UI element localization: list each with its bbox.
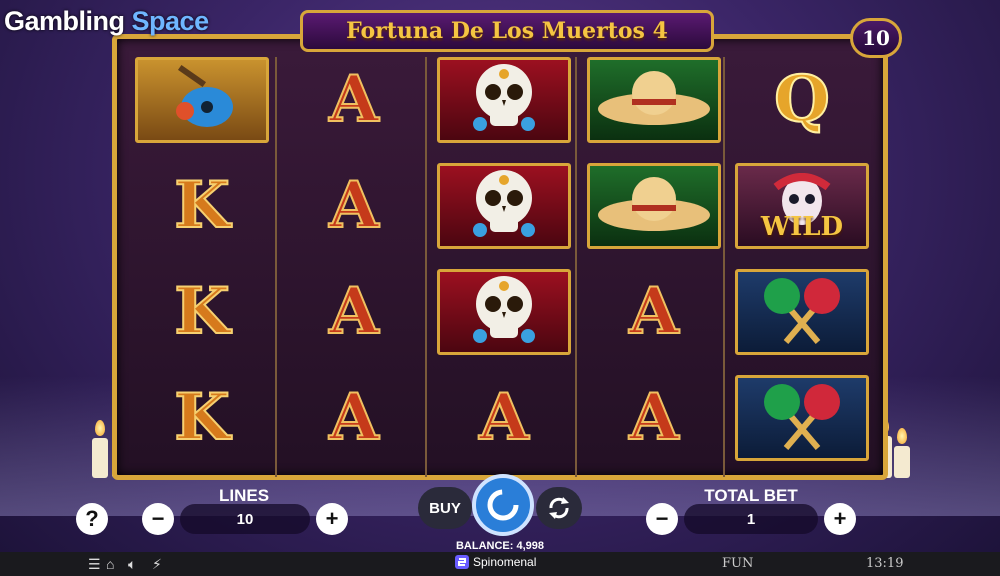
- menu-icon[interactable]: ☰: [88, 556, 101, 573]
- total-bet-value: 1: [684, 504, 818, 534]
- reel-board: K K K A A A A A A A Q WILD: [112, 34, 888, 480]
- sombrero-icon: [594, 169, 714, 244]
- symbol-letter-a: A: [328, 274, 380, 349]
- lines-value: 10: [180, 504, 310, 534]
- bet-plus-button[interactable]: +: [824, 503, 856, 535]
- reel-2-cell-2-a: A: [287, 163, 421, 249]
- reel-separator: [723, 57, 725, 477]
- help-button[interactable]: ?: [76, 503, 108, 535]
- symbol-letter-a: A: [328, 62, 380, 137]
- candle-right-2-flame: [897, 428, 907, 444]
- reel-separator: [425, 57, 427, 477]
- maracas-icon: [752, 378, 852, 459]
- symbol-letter-k: K: [173, 168, 231, 243]
- sound-icon[interactable]: 🔈︎: [128, 556, 136, 573]
- reel-4-cell-1-sombrero: [587, 57, 721, 143]
- symbol-letter-a: A: [328, 168, 380, 243]
- reel-4-cell-3-a: A: [587, 269, 721, 355]
- play-mode: FUN: [722, 556, 754, 571]
- buy-button[interactable]: BUY: [418, 487, 472, 529]
- maracas-icon: [752, 272, 852, 353]
- lines-label: LINES: [218, 486, 270, 505]
- watermark-part2: Space: [131, 6, 210, 36]
- watermark-part1: Gambling: [4, 6, 125, 36]
- guitar-icon: [157, 63, 247, 138]
- candle-left: [92, 438, 108, 478]
- provider-name: Spinomenal: [473, 555, 537, 569]
- total-bet-label: TOTAL BET: [704, 486, 798, 505]
- skull-icon: [468, 60, 540, 141]
- reel-1-cell-1-guitar: [135, 57, 269, 143]
- reel-1-cell-4-k: K: [135, 375, 269, 461]
- reel-4-cell-4-a: A: [587, 375, 721, 461]
- wild-label: WILD: [760, 212, 844, 242]
- spin-button[interactable]: [472, 474, 534, 536]
- game-title-banner: Fortuna De Los Muertos 4: [300, 10, 714, 52]
- skull-icon: [468, 272, 540, 353]
- candle-left-flame: [95, 420, 105, 436]
- game-title: Fortuna De Los Muertos 4: [346, 18, 668, 44]
- reel-separator: [575, 57, 577, 477]
- reel-3-cell-4-a: A: [437, 375, 571, 461]
- reel-separator: [275, 57, 277, 477]
- reel-1-cell-2-k: K: [135, 163, 269, 249]
- symbol-letter-q: Q: [773, 62, 831, 137]
- symbol-letter-a: A: [628, 274, 680, 349]
- status-bar: ☰ ⌂ 🔈︎ ⚡︎ Spinomenal FUN 13:19: [0, 552, 1000, 576]
- sombrero-icon: [594, 63, 714, 138]
- symbol-letter-k: K: [173, 274, 231, 349]
- skull-icon: [468, 166, 540, 247]
- reel-2-cell-3-a: A: [287, 269, 421, 355]
- bet-minus-button[interactable]: −: [646, 503, 678, 535]
- reel-3-cell-3-skull: [437, 269, 571, 355]
- symbol-letter-a: A: [328, 380, 380, 455]
- reel-5-cell-3-maracas: [735, 269, 869, 355]
- reel-2-cell-4-a: A: [287, 375, 421, 461]
- watermark-logo: Gambling Space: [4, 6, 209, 37]
- spinomenal-logo-icon: [455, 555, 469, 569]
- provider-brand: Spinomenal: [455, 555, 536, 569]
- reel-2-cell-1-a: A: [287, 57, 421, 143]
- lines-count-badge: 10: [850, 18, 902, 58]
- autoplay-icon: [549, 497, 569, 519]
- balance-display: BALANCE: 4,998: [455, 540, 545, 552]
- quick-spin-icon[interactable]: ⚡︎: [152, 556, 162, 573]
- candle-right-2: [894, 446, 910, 478]
- reel-5-cell-4-maracas: [735, 375, 869, 461]
- lines-minus-button[interactable]: −: [142, 503, 174, 535]
- reel-5-cell-2-wild: WILD: [735, 163, 869, 249]
- symbol-letter-a: A: [628, 380, 680, 455]
- lines-plus-button[interactable]: +: [316, 503, 348, 535]
- autoplay-button[interactable]: [536, 487, 582, 529]
- reel-3-cell-2-skull: [437, 163, 571, 249]
- home-icon[interactable]: ⌂: [106, 556, 114, 572]
- clock: 13:19: [866, 556, 904, 571]
- reel-1-cell-3-k: K: [135, 269, 269, 355]
- reel-4-cell-2-sombrero: [587, 163, 721, 249]
- symbol-letter-k: K: [173, 380, 231, 455]
- spin-icon: [487, 489, 519, 521]
- reel-5-cell-1-q: Q: [735, 57, 869, 143]
- symbol-letter-a: A: [478, 380, 530, 455]
- reel-3-cell-1-skull: [437, 57, 571, 143]
